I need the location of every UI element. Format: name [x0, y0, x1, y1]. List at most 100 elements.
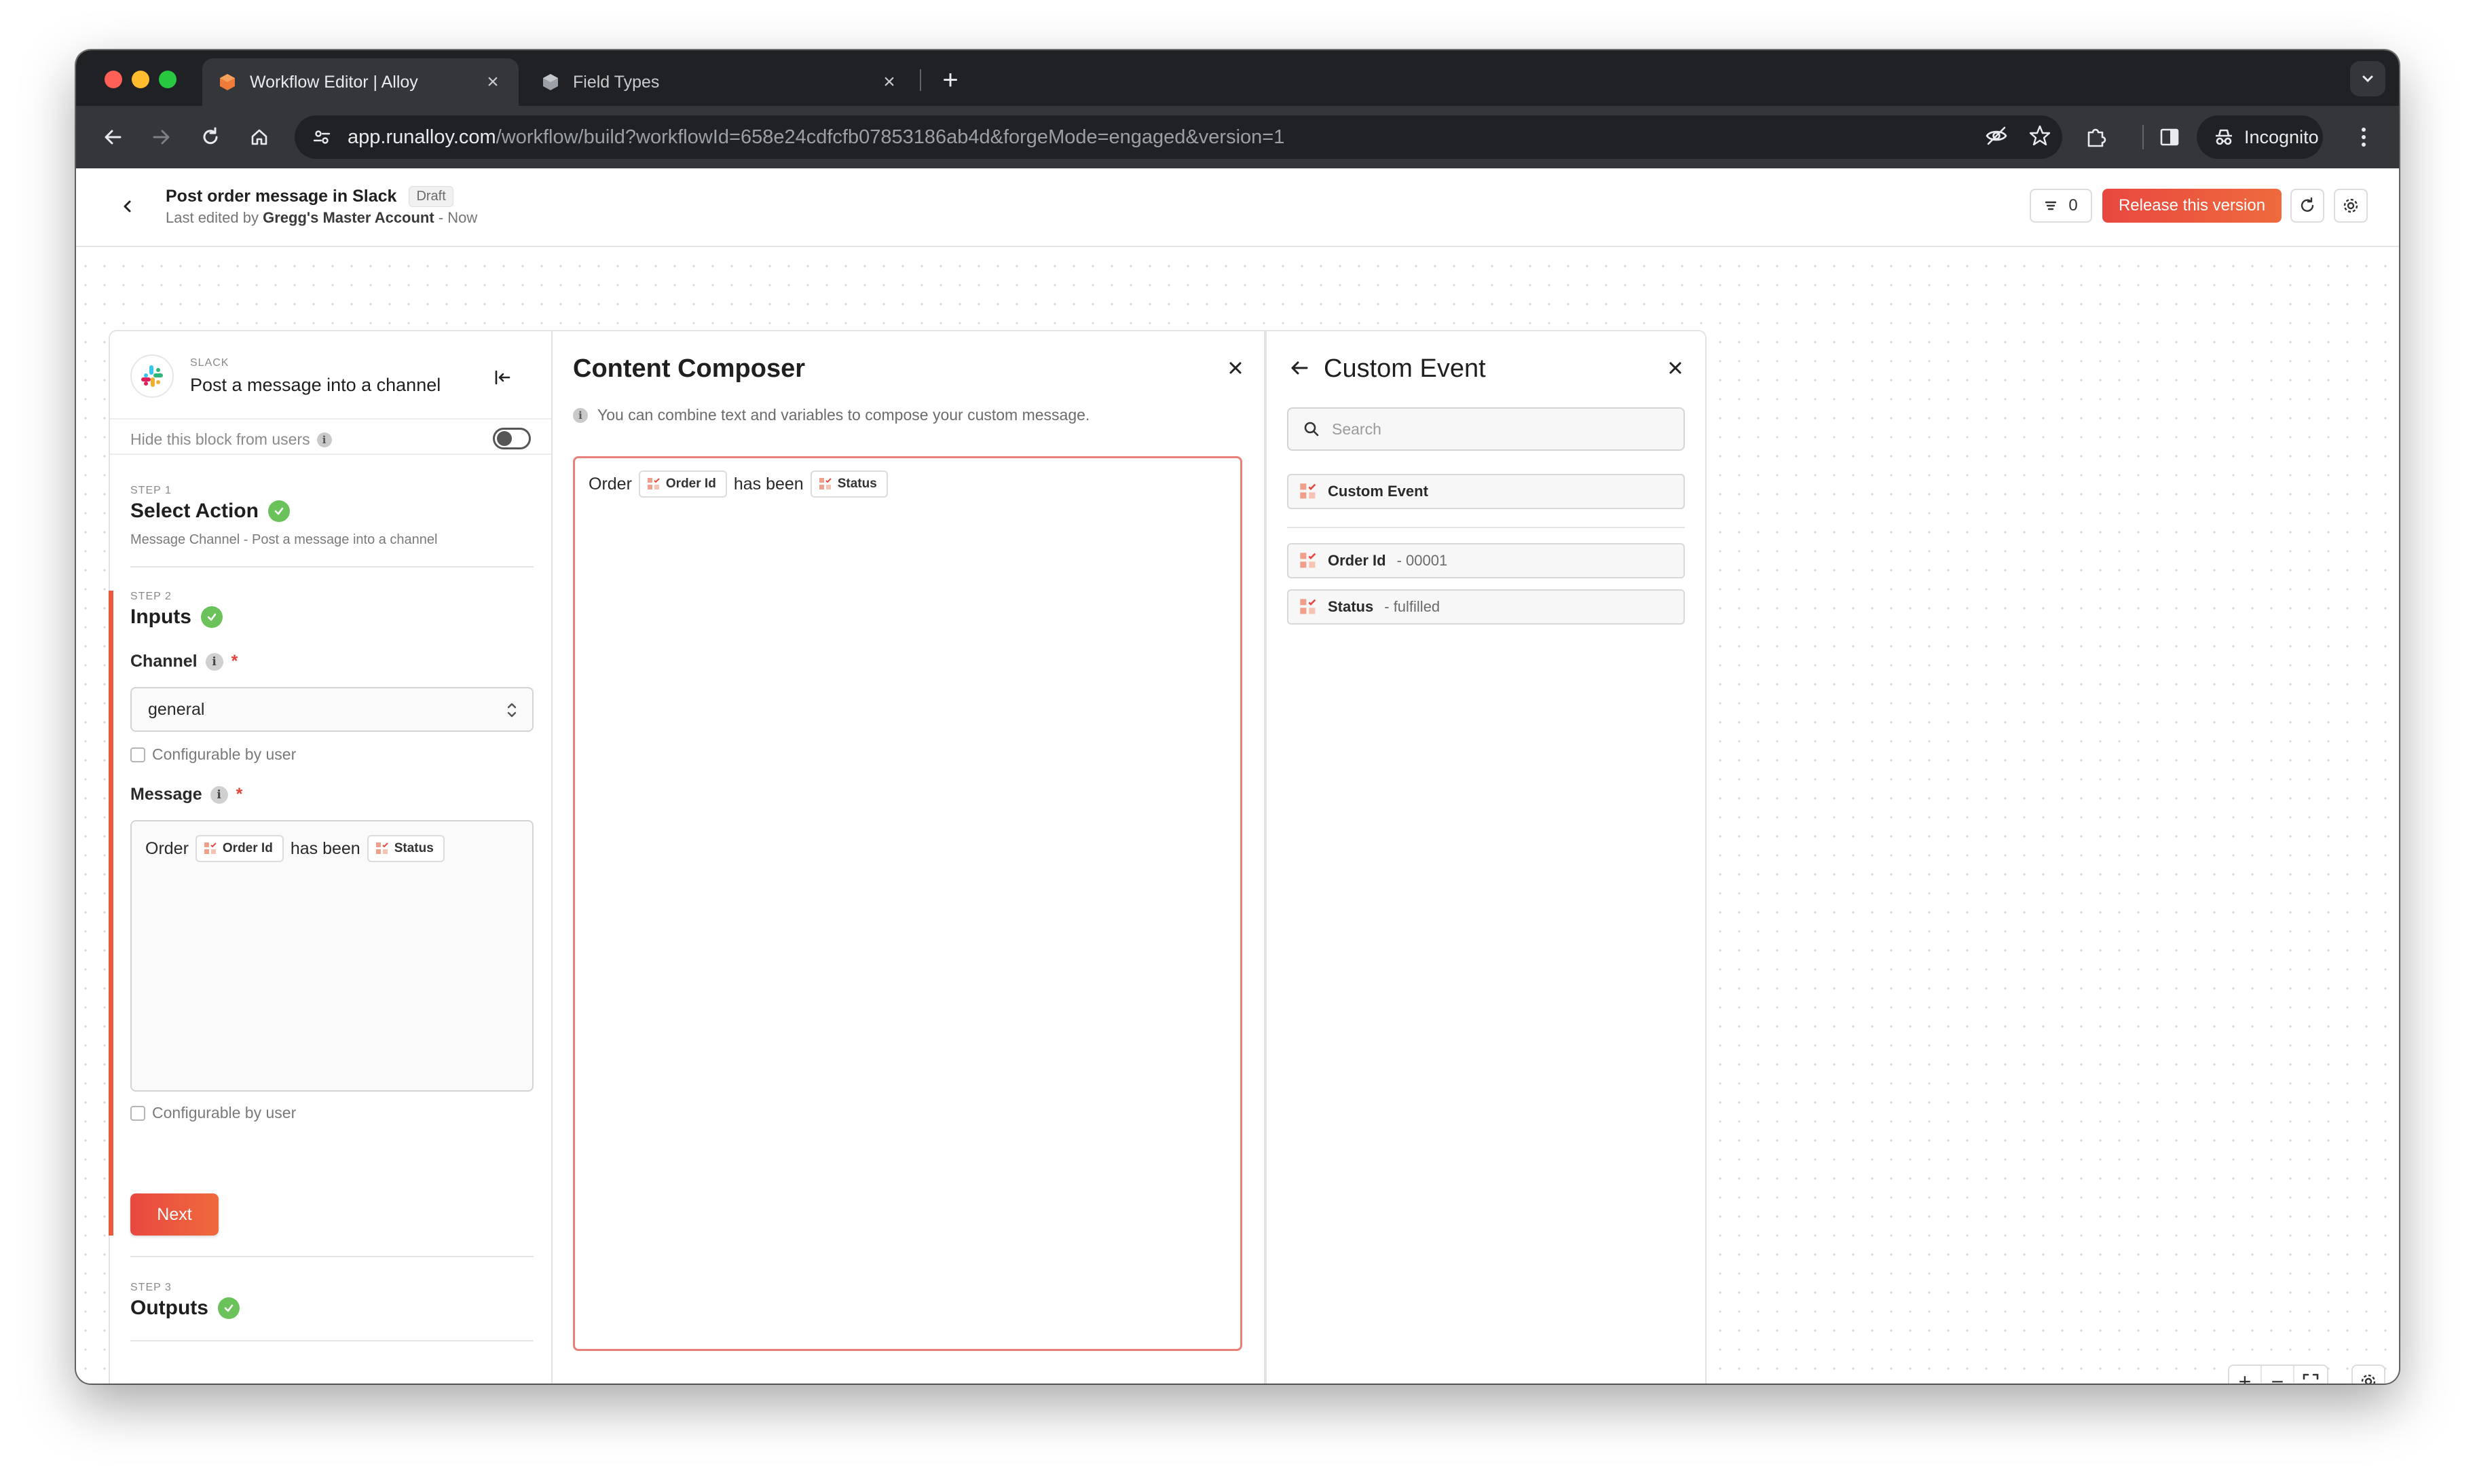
site-settings-icon[interactable] [301, 117, 342, 157]
variable-item-order-id[interactable]: Order Id - 00001 [1287, 543, 1685, 578]
tab-workflow-editor[interactable]: Workflow Editor | Alloy × [202, 58, 519, 106]
next-button[interactable]: Next [130, 1193, 219, 1236]
release-version-button[interactable]: Release this version [2102, 189, 2282, 223]
message-input[interactable]: Order Order Id has been Status [130, 820, 534, 1092]
required-asterisk: * [236, 785, 243, 804]
arrow-left-icon [1291, 361, 1308, 375]
field-types-favicon-icon [540, 72, 561, 92]
variable-icon [1300, 553, 1316, 568]
check-circle-icon [201, 606, 223, 628]
back-button[interactable] [114, 193, 141, 220]
collapse-panel-icon[interactable] [490, 365, 515, 390]
variable-icon [819, 478, 832, 489]
browser-toolbar: app.runalloy.com/workflow/build?workflow… [76, 106, 2399, 168]
chevron-up-down-icon [505, 699, 519, 726]
content-composer-panel: Content Composer i You can combine text … [553, 330, 1265, 1384]
hide-block-toggle[interactable] [493, 428, 531, 449]
variable-chip-status[interactable]: Status [367, 835, 445, 862]
forward-icon[interactable] [145, 121, 178, 153]
refresh-button[interactable] [2290, 189, 2324, 223]
close-icon [1229, 362, 1242, 374]
minimize-window-button[interactable] [132, 71, 149, 88]
variable-chip-order-id[interactable]: Order Id [638, 470, 727, 498]
step-3-label: STEP 3 [130, 1282, 172, 1293]
settings-button[interactable] [2334, 189, 2368, 223]
variable-item-status[interactable]: Status - fulfilled [1287, 589, 1685, 625]
chevron-left-icon [124, 200, 131, 212]
required-asterisk: * [231, 652, 238, 671]
incognito-icon [2216, 129, 2232, 145]
extensions-icon[interactable] [2080, 121, 2113, 153]
home-icon[interactable] [243, 121, 276, 153]
checkbox[interactable] [130, 747, 145, 762]
slack-logo-icon [130, 354, 174, 398]
list-icon [2045, 201, 2057, 210]
variable-icon [647, 478, 660, 489]
workflow-editor: Post order message in Slack Draft Last e… [76, 168, 2399, 1384]
bookmark-star-icon[interactable] [2028, 124, 2051, 151]
composer-title: Content Composer [573, 354, 805, 383]
maximize-window-button[interactable] [159, 71, 176, 88]
tab-title: Field Types [573, 72, 660, 92]
info-icon[interactable]: i [205, 652, 223, 671]
zoom-out-button[interactable]: − [2262, 1366, 2294, 1384]
close-window-button[interactable] [105, 71, 122, 88]
back-icon[interactable] [96, 121, 129, 153]
step-2-title[interactable]: Inputs [130, 606, 223, 629]
chevron-down-icon [2362, 75, 2373, 83]
tab-field-types[interactable]: Field Types × [525, 58, 915, 106]
zoom-in-button[interactable]: + [2229, 1366, 2262, 1384]
check-circle-icon [267, 500, 290, 522]
variable-search-input[interactable]: Search [1287, 407, 1685, 451]
gear-icon [2361, 1374, 2376, 1384]
block-header: SLACK Post a message into a channel [130, 352, 534, 401]
toolbar-separator [2142, 125, 2144, 149]
browser-menu-icon[interactable] [2347, 121, 2380, 153]
channel-select[interactable]: general [130, 687, 534, 732]
divider [1287, 527, 1685, 528]
eye-off-icon[interactable] [1985, 124, 2008, 151]
message-configurable-checkbox[interactable]: Configurable by user [130, 1104, 296, 1122]
checkbox[interactable] [130, 1105, 145, 1121]
divider [110, 453, 551, 455]
custom-event-group[interactable]: Custom Event [1287, 474, 1685, 509]
side-panel-icon[interactable] [2153, 121, 2186, 153]
search-icon [1304, 422, 1319, 437]
variable-icon [1300, 483, 1316, 499]
incognito-label: Incognito [2244, 126, 2319, 147]
last-edited: Last edited by Gregg's Master Account - … [166, 209, 478, 226]
composer-editor[interactable]: Order Order Id has been Status [573, 456, 1242, 1351]
variable-icon [1300, 599, 1316, 614]
variable-chip-order-id[interactable]: Order Id [195, 835, 284, 862]
step-1-title[interactable]: Select Action [130, 500, 290, 523]
canvas-settings-button[interactable] [2351, 1365, 2385, 1384]
custom-event-panel: Custom Event Search Custom Event Order I… [1265, 330, 1707, 1384]
info-icon[interactable]: i [316, 432, 332, 447]
logs-count-button[interactable]: 0 [2030, 189, 2092, 223]
divider [130, 566, 534, 568]
close-custom-event-button[interactable] [1662, 354, 1689, 382]
reload-icon[interactable] [194, 121, 227, 153]
step-2-label: STEP 2 [130, 591, 172, 602]
close-tab-icon[interactable]: × [878, 71, 900, 94]
info-icon: i [573, 407, 588, 423]
address-bar[interactable]: app.runalloy.com/workflow/build?workflow… [295, 115, 2062, 159]
variable-chip-status[interactable]: Status [810, 470, 888, 498]
close-icon [1669, 362, 1681, 374]
new-tab-button[interactable]: + [933, 62, 968, 98]
block-title: Post a message into a channel [190, 375, 441, 395]
channel-configurable-checkbox[interactable]: Configurable by user [130, 745, 296, 764]
alloy-favicon-icon [217, 72, 238, 92]
tab-bar: Workflow Editor | Alloy × Field Types × … [76, 50, 2399, 106]
info-icon[interactable]: i [210, 785, 228, 804]
back-button[interactable] [1286, 354, 1313, 382]
incognito-indicator[interactable]: Incognito [2197, 115, 2323, 159]
active-step-indicator [109, 591, 113, 1236]
tab-search-button[interactable] [2350, 61, 2385, 96]
custom-event-title: Custom Event [1324, 354, 1486, 383]
fit-view-button[interactable] [2294, 1366, 2327, 1384]
close-composer-button[interactable] [1222, 354, 1249, 382]
step-3-title[interactable]: Outputs [130, 1297, 240, 1320]
divider [130, 1340, 534, 1341]
close-tab-icon[interactable]: × [482, 71, 504, 94]
